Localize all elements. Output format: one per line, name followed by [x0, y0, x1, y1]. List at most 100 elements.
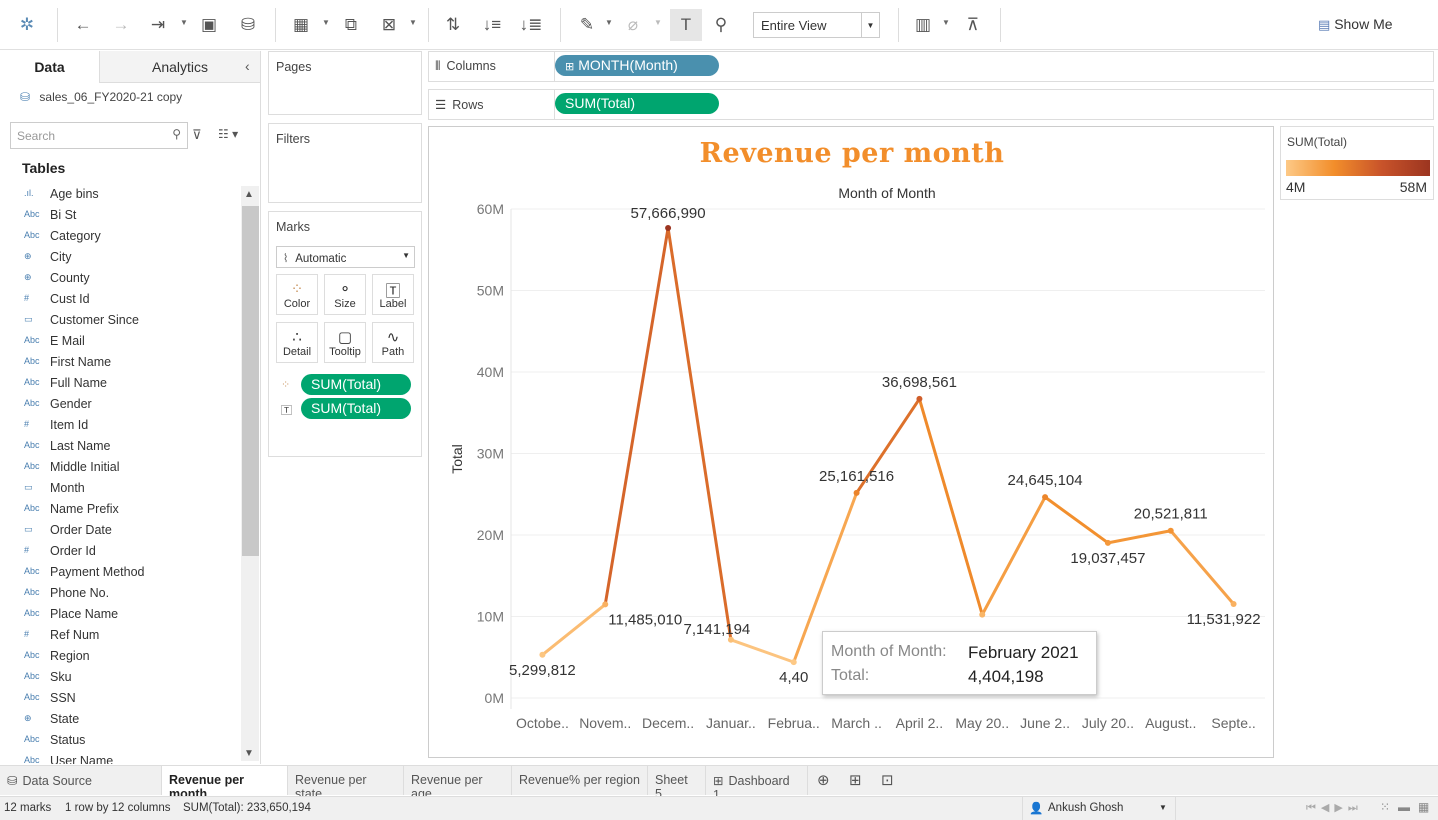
toolbar-divider: [1000, 8, 1001, 42]
new-datasource-icon[interactable]: ⛁: [235, 12, 261, 38]
field-item[interactable]: Abc Region: [0, 647, 240, 668]
path-button[interactable]: ∿ Path: [372, 322, 414, 363]
group-members-icon[interactable]: ⌀: [620, 12, 646, 38]
sort-descending-icon[interactable]: ↓≣: [518, 12, 544, 38]
sum-total-row-pill[interactable]: SUM(Total): [555, 93, 719, 114]
fit-view-select[interactable]: Entire View ▼: [753, 12, 880, 38]
field-item[interactable]: Abc Category: [0, 227, 240, 248]
user-menu[interactable]: 👤 Ankush Ghosh ▼: [1022, 797, 1176, 820]
collapse-pane-icon[interactable]: ‹: [245, 58, 250, 74]
show-mark-labels-icon[interactable]: T: [670, 9, 702, 41]
tab-revenue-per-age[interactable]: Revenue per age: [404, 766, 512, 801]
pages-card[interactable]: Pages: [268, 51, 422, 115]
replay-icon[interactable]: ⇥: [145, 12, 171, 38]
tab-data-source[interactable]: ⛁ Data Source: [0, 766, 162, 795]
field-name: Item Id: [50, 418, 89, 432]
columns-shelf[interactable]: ⦀ Columns ⊞ MONTH(Month): [428, 51, 1434, 82]
tooltip-button[interactable]: ▢ Tooltip: [324, 322, 366, 363]
field-item[interactable]: Abc Sku: [0, 668, 240, 689]
field-item[interactable]: Abc First Name: [0, 353, 240, 374]
highlight-icon[interactable]: ✎: [574, 12, 600, 38]
scroll-up-icon[interactable]: ▲: [244, 189, 254, 200]
tab-sheet-5[interactable]: Sheet 5: [648, 766, 706, 801]
undo-icon[interactable]: ←: [70, 12, 96, 38]
size-button[interactable]: ⚬ Size: [324, 274, 366, 315]
field-item[interactable]: # Order Id: [0, 542, 240, 563]
swap-rows-columns-icon[interactable]: ⇅: [440, 12, 466, 38]
color-sum-total-pill[interactable]: SUM(Total): [301, 374, 411, 395]
new-dashboard-tab-icon[interactable]: ⊞: [849, 771, 862, 789]
field-item[interactable]: ⊕ City: [0, 248, 240, 269]
field-item[interactable]: ▭ Customer Since: [0, 311, 240, 332]
columns-label-text: Columns: [446, 59, 496, 73]
mark-type-select[interactable]: ⌇ Automatic ▼: [276, 246, 415, 268]
save-icon[interactable]: ▣: [196, 12, 222, 38]
redo-icon[interactable]: →: [108, 12, 134, 38]
field-item[interactable]: Abc Last Name: [0, 437, 240, 458]
data-label: 25,161,516: [819, 468, 894, 485]
color-button[interactable]: ⁘ Color: [276, 274, 318, 315]
field-item[interactable]: Abc Phone No.: [0, 584, 240, 605]
new-worksheet-icon[interactable]: ▦: [288, 12, 314, 38]
fix-axes-icon[interactable]: ⚲: [708, 12, 734, 38]
field-item[interactable]: ⊕ State: [0, 710, 240, 731]
presentation-mode-icon[interactable]: ⊼: [960, 12, 986, 38]
view-mode-icons[interactable]: ⁙▬▦: [1380, 800, 1437, 814]
filters-card[interactable]: Filters: [268, 123, 422, 203]
label-button[interactable]: 🅃 Label: [372, 274, 414, 315]
month-column-pill[interactable]: ⊞ MONTH(Month): [555, 55, 719, 76]
field-item[interactable]: Abc Full Name: [0, 374, 240, 395]
tab-dashboard-1[interactable]: ⊞ Dashboard 1: [706, 766, 808, 802]
field-item[interactable]: Abc Place Name: [0, 605, 240, 626]
chevron-down-icon: ▼: [1159, 803, 1167, 812]
replay-dropdown-icon[interactable]: ▼: [180, 18, 188, 27]
show-me-button[interactable]: ▤ Show Me: [1318, 16, 1393, 33]
field-item[interactable]: Abc Status: [0, 731, 240, 752]
highlight-dropdown-icon[interactable]: ▼: [605, 18, 613, 27]
tab-revenue-per-month[interactable]: Revenue per month: [162, 766, 288, 801]
field-item[interactable]: ⊕ County: [0, 269, 240, 290]
new-worksheet-tab-icon[interactable]: ⊕: [817, 771, 830, 789]
clear-dropdown-icon[interactable]: ▼: [409, 18, 417, 27]
group-dropdown-icon[interactable]: ▼: [654, 18, 662, 27]
field-item[interactable]: Abc Name Prefix: [0, 500, 240, 521]
tab-revenue-percent-per-region[interactable]: Revenue% per region: [512, 766, 648, 795]
field-item[interactable]: Abc Payment Method: [0, 563, 240, 584]
new-worksheet-dropdown-icon[interactable]: ▼: [322, 18, 330, 27]
field-item[interactable]: .ıl. Age bins: [0, 185, 240, 206]
field-item[interactable]: Abc E Mail: [0, 332, 240, 353]
label-sum-total-pill[interactable]: SUM(Total): [301, 398, 411, 419]
color-legend[interactable]: SUM(Total) 4M 58M: [1280, 126, 1434, 200]
detail-button[interactable]: ∴ Detail: [276, 322, 318, 363]
x-tick-label: May 20..: [955, 715, 1009, 731]
field-item[interactable]: Abc SSN: [0, 689, 240, 710]
line-segment: [729, 638, 796, 664]
scroll-down-icon[interactable]: ▼: [244, 748, 254, 759]
rows-shelf[interactable]: ☰ Rows SUM(Total): [428, 89, 1434, 120]
field-item[interactable]: # Item Id: [0, 416, 240, 437]
field-item[interactable]: ▭ Order Date: [0, 521, 240, 542]
legend-gradient: [1286, 160, 1430, 176]
field-name: Month: [50, 481, 85, 495]
duplicate-sheet-icon[interactable]: ⧉: [338, 12, 364, 38]
field-item[interactable]: Abc Bi St: [0, 206, 240, 227]
field-name: Status: [50, 733, 86, 747]
sheet-navigation-icons[interactable]: ⏮◀▶⏭: [1306, 801, 1363, 815]
field-item[interactable]: # Ref Num: [0, 626, 240, 647]
new-story-tab-icon[interactable]: ⊡: [881, 771, 894, 789]
scrollbar-thumb[interactable]: [242, 206, 259, 556]
field-item[interactable]: # Cust Id: [0, 290, 240, 311]
tab-revenue-per-state[interactable]: Revenue per state: [288, 766, 404, 801]
field-name: First Name: [50, 355, 112, 369]
field-item[interactable]: Abc Gender: [0, 395, 240, 416]
show-cards-icon[interactable]: ▥: [910, 12, 936, 38]
field-item[interactable]: ▭ Month: [0, 479, 240, 500]
sort-ascending-icon[interactable]: ↓≡: [479, 12, 505, 38]
field-item[interactable]: Abc User Name: [0, 752, 240, 764]
field-name: Customer Since: [50, 313, 139, 327]
field-item[interactable]: Abc Middle Initial: [0, 458, 240, 479]
field-name: Order Date: [50, 523, 112, 537]
clear-sheet-icon[interactable]: ⊠: [376, 12, 402, 38]
show-cards-dropdown-icon[interactable]: ▼: [942, 18, 950, 27]
tableau-logo-icon[interactable]: ✲: [14, 12, 40, 38]
